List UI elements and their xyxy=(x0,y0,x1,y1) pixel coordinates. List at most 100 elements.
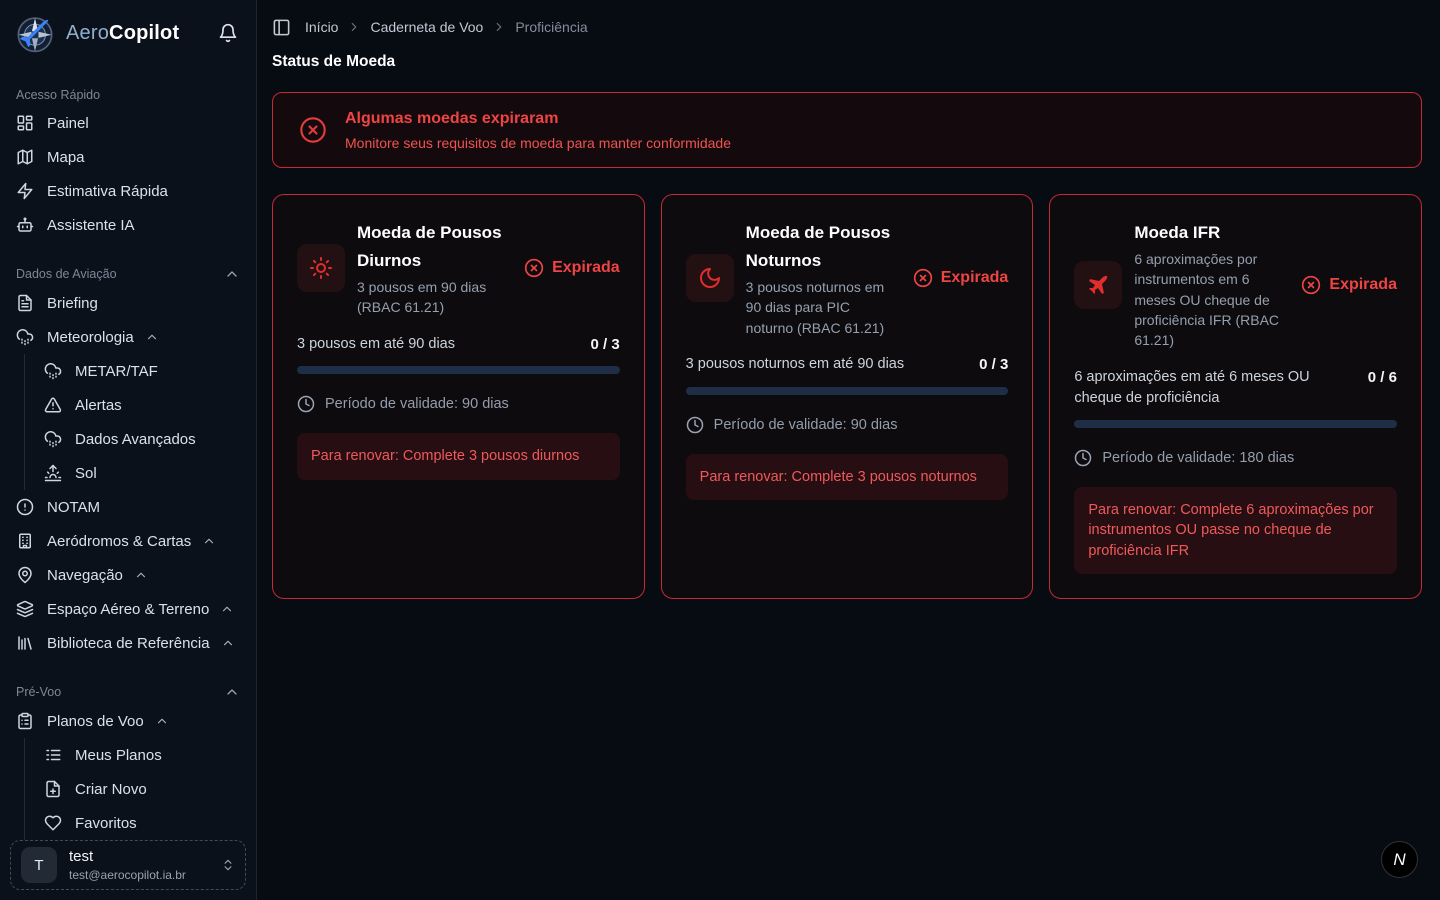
validity-row: Período de validade: 90 dias xyxy=(297,395,620,413)
sidebar-item-aerodromos-cartas[interactable]: Aeródromos & Cartas xyxy=(0,524,256,558)
currency-card-ifr: Moeda IFR 6 aproximações por instrumento… xyxy=(1049,194,1422,599)
alert-triangle-icon xyxy=(44,396,62,414)
avatar: T xyxy=(21,847,57,883)
breadcrumb-inicio[interactable]: Início xyxy=(305,19,338,35)
sidebar-item-painel[interactable]: Painel xyxy=(0,106,256,140)
plane-icon xyxy=(1074,261,1122,309)
bot-icon xyxy=(16,216,34,234)
chevron-right-icon xyxy=(347,20,361,34)
sidebar-item-espaco-aereo-terreno[interactable]: Espaço Aéreo & Terreno xyxy=(0,592,256,626)
progress-bar xyxy=(686,387,1009,395)
clock-icon xyxy=(297,395,315,413)
renewal-note: Para renovar: Complete 6 aproximações po… xyxy=(1074,487,1397,575)
meteorologia-submenu: METAR/TAF Alertas Dados Avançados Sol xyxy=(24,354,256,490)
user-email: test@aerocopilot.ia.br xyxy=(69,868,209,882)
notifications-bell-icon[interactable] xyxy=(218,23,238,43)
card-description: 6 aproximações por instrumentos em 6 mes… xyxy=(1134,249,1289,350)
sidebar-item-alertas[interactable]: Alertas xyxy=(25,388,256,422)
expired-currencies-alert: Algumas moedas expiraram Monitore seus r… xyxy=(272,92,1422,168)
cloud-drizzle-icon xyxy=(44,430,62,448)
sidebar-item-meus-planos[interactable]: Meus Planos xyxy=(25,738,256,772)
progress-bar xyxy=(297,366,620,374)
file-text-icon xyxy=(16,294,34,312)
renewal-note: Para renovar: Complete 3 pousos noturnos xyxy=(686,454,1009,501)
sidebar-item-meteorologia[interactable]: Meteorologia xyxy=(0,320,256,354)
heart-icon xyxy=(44,814,62,832)
status-badge-expirada: Expirada xyxy=(524,258,620,278)
chevron-up-icon xyxy=(134,568,148,582)
user-name: test xyxy=(69,848,209,865)
planos-de-voo-submenu: Meus Planos Criar Novo Favoritos xyxy=(24,738,256,840)
map-pin-icon xyxy=(16,566,34,584)
list-ordered-icon xyxy=(44,746,62,764)
chevrons-up-down-icon xyxy=(221,858,235,872)
progress-label: 6 aproximações em até 6 meses OU cheque … xyxy=(1074,367,1357,409)
sidebar-item-dados-avancados[interactable]: Dados Avançados xyxy=(25,422,256,456)
status-badge-expirada: Expirada xyxy=(913,268,1009,288)
card-title: Moeda de Pousos Diurnos xyxy=(357,219,512,275)
progress-label: 3 pousos noturnos em até 90 dias xyxy=(686,354,969,375)
sunrise-icon xyxy=(44,464,62,482)
chevron-up-icon xyxy=(202,534,216,548)
file-plus-icon xyxy=(44,780,62,798)
cloud-drizzle-icon xyxy=(44,362,62,380)
chevron-right-icon xyxy=(492,20,506,34)
alert-message: Monitore seus requisitos de moeda para m… xyxy=(345,135,731,151)
sidebar-item-favoritos[interactable]: Favoritos xyxy=(25,806,256,840)
sidebar-item-estimativa-rapida[interactable]: Estimativa Rápida xyxy=(0,174,256,208)
progress-count: 0 / 3 xyxy=(979,354,1008,376)
card-description: 3 pousos em 90 dias (RBAC 61.21) xyxy=(357,277,512,318)
chevron-up-icon xyxy=(220,602,234,616)
chevron-up-icon xyxy=(221,636,235,650)
card-title: Moeda de Pousos Noturnos xyxy=(746,219,901,275)
library-icon xyxy=(16,634,34,652)
section-pre-voo[interactable]: Pré-Voo xyxy=(0,684,256,700)
card-description: 3 pousos noturnos em 90 dias para PIC no… xyxy=(746,277,901,338)
alert-title: Algumas moedas expiraram xyxy=(345,110,731,128)
section-label: Dados de Aviação xyxy=(16,267,224,281)
user-menu[interactable]: T test test@aerocopilot.ia.br xyxy=(10,840,246,890)
clock-icon xyxy=(686,416,704,434)
sidebar-item-assistente-ia[interactable]: Assistente IA xyxy=(0,208,256,242)
app-title: AeroCopilot xyxy=(66,22,208,45)
logo-row: AeroCopilot xyxy=(0,0,256,54)
sidebar-item-mapa[interactable]: Mapa xyxy=(0,140,256,174)
progress-count: 0 / 3 xyxy=(590,334,619,356)
progress-count: 0 / 6 xyxy=(1368,367,1397,389)
progress-label: 3 pousos em até 90 dias xyxy=(297,334,580,355)
sidebar-item-planos-de-voo[interactable]: Planos de Voo xyxy=(0,704,256,738)
section-acesso-rapido: Acesso Rápido xyxy=(0,88,256,102)
sidebar-item-navegacao[interactable]: Navegação xyxy=(0,558,256,592)
sidebar-item-metar-taf[interactable]: METAR/TAF xyxy=(25,354,256,388)
x-circle-icon xyxy=(299,116,327,144)
alert-circle-icon xyxy=(16,498,34,516)
x-circle-icon xyxy=(524,258,544,278)
sidebar-toggle-icon[interactable] xyxy=(272,18,291,37)
nextjs-n-icon: N xyxy=(1393,850,1405,870)
sun-icon xyxy=(297,244,345,292)
clipboard-icon xyxy=(16,712,34,730)
zap-icon xyxy=(16,182,34,200)
chevron-up-icon xyxy=(224,684,240,700)
validity-row: Período de validade: 90 dias xyxy=(686,416,1009,434)
status-badge-expirada: Expirada xyxy=(1301,275,1397,295)
chevron-up-icon xyxy=(145,330,159,344)
app-logo-compass-icon xyxy=(14,12,56,54)
currency-card-pousos-diurnos: Moeda de Pousos Diurnos 3 pousos em 90 d… xyxy=(272,194,645,599)
progress-bar xyxy=(1074,420,1397,428)
dashboard-icon xyxy=(16,114,34,132)
validity-row: Período de validade: 180 dias xyxy=(1074,449,1397,467)
nextjs-dev-button[interactable]: N xyxy=(1381,841,1418,878)
map-icon xyxy=(16,148,34,166)
sidebar-item-notam[interactable]: NOTAM xyxy=(0,490,256,524)
section-dados-de-aviacao[interactable]: Dados de Aviação xyxy=(0,266,256,282)
topbar: Início Caderneta de Voo Proficiência xyxy=(272,14,1422,40)
sidebar-nav: Acesso Rápido Painel Mapa Estimativa Ráp… xyxy=(0,54,256,840)
currency-card-pousos-noturnos: Moeda de Pousos Noturnos 3 pousos noturn… xyxy=(661,194,1034,599)
sidebar-item-biblioteca-referencia[interactable]: Biblioteca de Referência xyxy=(0,626,256,660)
sidebar-item-sol[interactable]: Sol xyxy=(25,456,256,490)
sidebar-item-criar-novo[interactable]: Criar Novo xyxy=(25,772,256,806)
breadcrumb-proficiencia: Proficiência xyxy=(515,19,587,35)
sidebar-item-briefing[interactable]: Briefing xyxy=(0,286,256,320)
breadcrumb-caderneta-de-voo[interactable]: Caderneta de Voo xyxy=(370,19,483,35)
